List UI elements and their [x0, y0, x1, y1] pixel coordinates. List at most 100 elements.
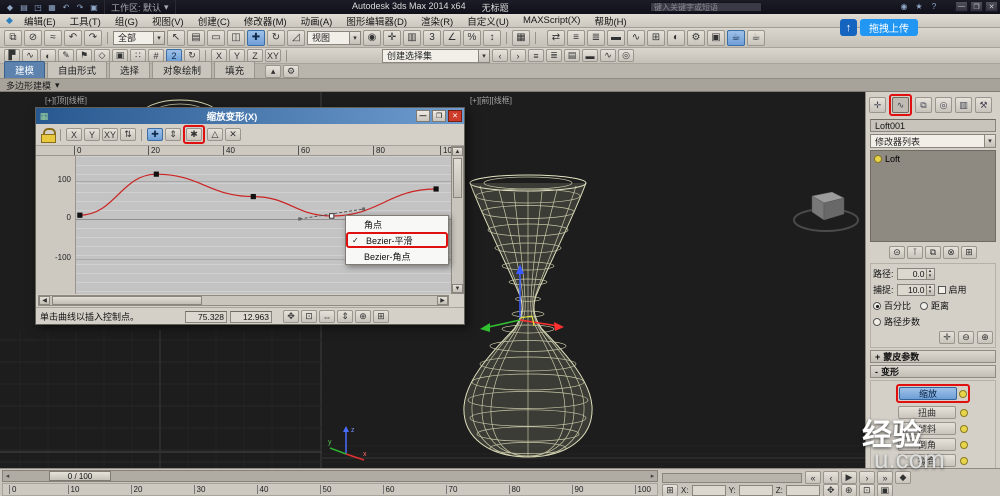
view-cube[interactable]: [788, 180, 863, 236]
utilities-tab-icon[interactable]: ⚒: [975, 97, 992, 113]
balance-lock-icon[interactable]: [40, 127, 55, 142]
display-tab-icon[interactable]: ▥: [955, 97, 972, 113]
menu-item[interactable]: 修改器(M): [237, 14, 294, 27]
save-file-icon[interactable]: ▦: [46, 2, 58, 13]
scrollbar-thumb[interactable]: [453, 158, 462, 198]
menu-item[interactable]: 动画(A): [294, 14, 340, 27]
layer-manager-icon[interactable]: ≣: [587, 30, 605, 46]
snap-spinner[interactable]: 10.0 ▴▾: [897, 284, 935, 296]
favorites-icon[interactable]: ★: [913, 1, 925, 12]
z-coordinate-field[interactable]: [786, 485, 820, 496]
previous-shape-icon[interactable]: ⊖: [958, 331, 974, 344]
select-by-name-icon[interactable]: ▤: [187, 30, 205, 46]
communication-center-icon[interactable]: ◉: [898, 1, 910, 12]
snapshot-icon[interactable]: ◎: [618, 49, 634, 62]
menu-item[interactable]: 帮助(H): [587, 14, 633, 27]
ribbon-panel-strip[interactable]: 多边形建模 ▾: [0, 79, 1000, 92]
keyboard-override-icon[interactable]: ▥: [403, 30, 421, 46]
ribbon-tab[interactable]: 自由形式: [47, 61, 107, 78]
use-pivot-point-center-icon[interactable]: ◉: [363, 30, 381, 46]
spinner-arrows-icon[interactable]: ▴▾: [926, 269, 934, 279]
zoom-icon[interactable]: ⊕: [355, 310, 371, 323]
select-and-rotate-icon[interactable]: ↻: [267, 30, 285, 46]
dialog-close-button[interactable]: ✕: [448, 110, 462, 122]
quick-align-icon[interactable]: ≡: [528, 49, 544, 62]
next-shape-icon[interactable]: ⊕: [977, 331, 993, 344]
zoom-view-icon[interactable]: ⊕: [841, 484, 857, 496]
percent-radio[interactable]: [873, 302, 881, 310]
zoom-horizontal-extents-icon[interactable]: ⇔: [319, 310, 335, 323]
select-and-link-icon[interactable]: ⧉: [4, 30, 22, 46]
select-set-forward-icon[interactable]: ›: [510, 49, 526, 62]
scroll-down-icon[interactable]: ▼: [452, 284, 463, 293]
polygon-modeling-panel-label[interactable]: 多边形建模: [6, 79, 51, 92]
make-unique-icon[interactable]: ⧉: [925, 246, 941, 259]
bulb-icon[interactable]: [960, 457, 968, 465]
dialog-maximize-button[interactable]: ❐: [432, 110, 446, 122]
create-tab-icon[interactable]: ✛: [869, 97, 886, 113]
bulb-icon[interactable]: [960, 425, 968, 433]
configure-modifier-sets-icon[interactable]: ⊞: [961, 246, 977, 259]
remove-modifier-icon[interactable]: ⊗: [943, 246, 959, 259]
help-icon[interactable]: ?: [928, 1, 940, 12]
select-and-move-icon[interactable]: ✚: [247, 30, 265, 46]
toggle-ribbon-icon[interactable]: ▬: [582, 49, 598, 62]
coord-y-field[interactable]: 12.963: [230, 311, 272, 323]
ribbon-minimize-icon[interactable]: ▴: [265, 65, 281, 78]
search-input[interactable]: 键入关键字或短语: [650, 2, 762, 12]
time-slider-track[interactable]: ◂ 0 / 100 ▸: [2, 470, 658, 482]
angle-snap-icon[interactable]: ∠: [443, 30, 461, 46]
menu-item[interactable]: 编辑(E): [17, 14, 63, 27]
reference-coordinate-dropdown[interactable]: 视图 ▾: [307, 31, 361, 45]
maximize-button[interactable]: ❐: [970, 1, 983, 12]
menu-item[interactable]: 组(G): [108, 14, 145, 27]
scroll-up-icon[interactable]: ▲: [452, 147, 463, 156]
display-x-axis-icon[interactable]: X: [66, 128, 82, 141]
modifier-stack[interactable]: Loft: [870, 150, 996, 242]
new-scene-icon[interactable]: ▤: [18, 2, 30, 13]
scrollbar-thumb[interactable]: [52, 296, 202, 305]
material-editor-icon[interactable]: ◐: [667, 30, 685, 46]
undo-icon[interactable]: ↶: [60, 2, 72, 13]
menu-item-corner[interactable]: 角点: [346, 216, 448, 232]
menu-item[interactable]: MAXScript(X): [516, 14, 588, 27]
scene-explorer-icon[interactable]: ▤: [564, 49, 580, 62]
viewport-label-front[interactable]: [+][前][线框]: [470, 95, 512, 106]
time-slider-thumb[interactable]: 0 / 100: [49, 471, 111, 481]
previous-frame-icon[interactable]: ‹: [823, 471, 839, 484]
path-spinner[interactable]: 0.0 ▴▾: [897, 268, 935, 280]
viewport-label-top[interactable]: [+][顶][线框]: [45, 95, 87, 106]
undo-icon[interactable]: ↶: [64, 30, 82, 46]
spinner-snap-icon[interactable]: ↕: [483, 30, 501, 46]
snap-toggle-3d-icon[interactable]: 3: [423, 30, 441, 46]
menu-item[interactable]: 创建(C): [191, 14, 237, 27]
motion-tab-icon[interactable]: ◎: [935, 97, 952, 113]
play-icon[interactable]: ▶: [841, 471, 857, 484]
move-control-point-icon[interactable]: ✚: [147, 128, 163, 141]
scale-deformation-button[interactable]: 缩放: [899, 387, 957, 400]
window-crossing-icon[interactable]: ◫: [227, 30, 245, 46]
scale-control-point-icon[interactable]: ⇕: [165, 128, 181, 141]
graphite-toggle-icon[interactable]: ▬: [607, 30, 625, 46]
bulb-icon[interactable]: [959, 390, 967, 398]
maximize-viewport-toggle-icon[interactable]: ▣: [877, 484, 893, 496]
edit-named-selection-sets-icon[interactable]: ▦: [512, 30, 530, 46]
unlink-selection-icon[interactable]: ⊘: [24, 30, 42, 46]
dialog-minimize-button[interactable]: —: [416, 110, 430, 122]
ribbon-tab[interactable]: 建模: [4, 61, 45, 78]
ribbon-tab[interactable]: 对象绘制: [152, 61, 212, 78]
slider-left-icon[interactable]: ◂: [3, 471, 12, 481]
max-logo-icon[interactable]: ◆: [2, 15, 17, 26]
zoom-extents-all-icon[interactable]: ⊡: [859, 484, 875, 496]
menu-item[interactable]: 图形编辑器(D): [339, 14, 414, 27]
app-logo-icon[interactable]: ◆: [4, 2, 16, 13]
delete-control-point-icon[interactable]: ✕: [225, 128, 241, 141]
y-coordinate-field[interactable]: [739, 485, 773, 496]
track-view-icon[interactable]: ∿: [600, 49, 616, 62]
render-setup-icon[interactable]: ⚙: [687, 30, 705, 46]
skin-parameters-rollout-header[interactable]: + 蒙皮参数: [870, 350, 996, 363]
schematic-view-icon[interactable]: ⊞: [647, 30, 665, 46]
menu-item[interactable]: 视图(V): [145, 14, 191, 27]
mirror-icon[interactable]: ⇄: [547, 30, 565, 46]
workspace-selector[interactable]: 工作区: 默认 ▾: [104, 0, 176, 14]
